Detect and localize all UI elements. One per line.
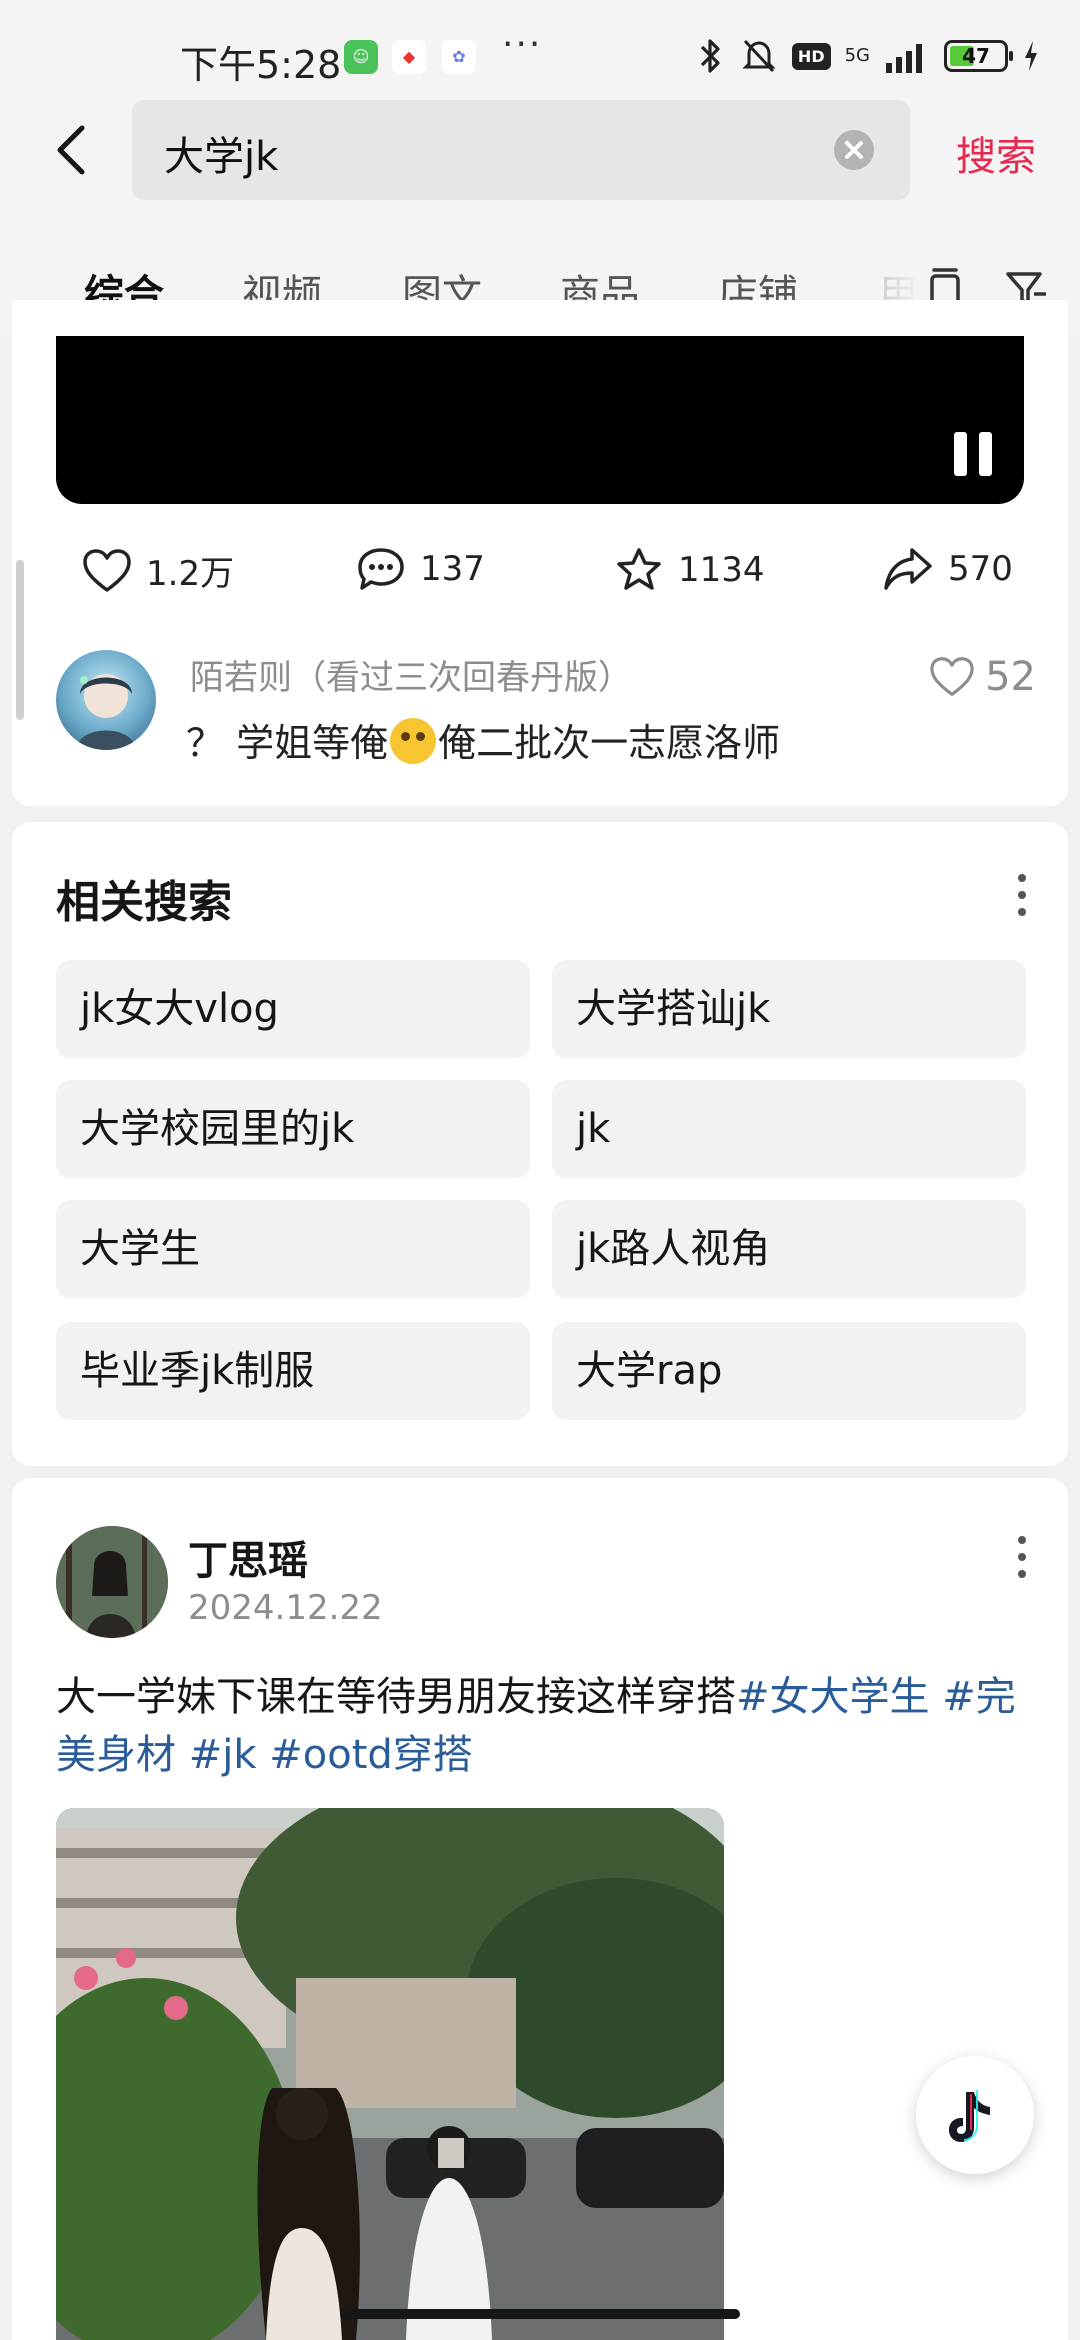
status-right-group: HD 5G 47 xyxy=(696,36,1040,76)
post-author-name[interactable]: 丁思瑶 xyxy=(188,1528,308,1586)
hashtag[interactable]: #ootd穿搭 xyxy=(269,1732,473,1778)
douyin-float-button[interactable] xyxy=(916,2056,1034,2174)
related-search-chip[interactable]: jk路人视角 xyxy=(552,1200,1026,1298)
hashtag[interactable]: #女大学生 xyxy=(736,1674,930,1720)
like-count: 1.2万 xyxy=(146,554,235,594)
star-icon xyxy=(617,548,661,590)
related-search-card: 相关搜索 jk女大vlog 大学搭讪jk 大学校园里的jk jk 大学生 jk路… xyxy=(12,822,1068,1466)
related-search-chip[interactable]: jk女大vlog xyxy=(56,960,530,1058)
related-search-chip[interactable]: 大学rap xyxy=(552,1322,1026,1420)
video-result-card[interactable]: 1.2万 137 1134 570 陌若则（看过三次回春丹版） ？ 学姐等俺 俺二… xyxy=(12,300,1068,806)
related-search-chip[interactable]: 大学搭讪jk xyxy=(552,960,1026,1058)
favorite-count: 1134 xyxy=(678,550,765,590)
app-notification-icon: ☺ xyxy=(344,40,378,74)
video-player[interactable] xyxy=(56,336,1024,504)
comment-like-count: 52 xyxy=(985,654,1036,700)
comment-text: ？ 学姐等俺 俺二批次一志愿洛师 xyxy=(186,712,780,767)
share-icon xyxy=(884,548,932,590)
app-cloud-icon: ✿ xyxy=(442,40,476,74)
bluetooth-icon xyxy=(700,39,720,73)
comment-count: 137 xyxy=(420,549,485,589)
post-caption-text: 大一学妹下课在等待男朋友接这样穿搭 xyxy=(56,1674,736,1720)
pause-icon[interactable] xyxy=(954,432,994,476)
search-box[interactable]: 大学jk xyxy=(132,100,910,200)
network-type: 5G xyxy=(844,45,870,66)
back-arrow-icon[interactable] xyxy=(44,120,104,180)
clear-search-icon[interactable] xyxy=(834,130,874,170)
related-search-chip[interactable]: 毕业季jk制服 xyxy=(56,1322,530,1420)
favorite-action[interactable]: 1134 xyxy=(614,546,765,594)
related-search-title: 相关搜索 xyxy=(56,877,232,928)
commenter-avatar[interactable] xyxy=(56,650,156,750)
search-button[interactable]: 搜索 xyxy=(956,124,1036,182)
comment-text-part-1: ？ 学姐等俺 xyxy=(186,721,389,765)
mute-bell-icon xyxy=(742,39,776,73)
heart-icon xyxy=(83,548,131,592)
more-options-icon[interactable] xyxy=(1016,874,1028,916)
post-caption: 大一学妹下课在等待男朋友接这样穿搭#女大学生 #完美身材 #jk #ootd穿搭 xyxy=(56,1668,1016,1784)
status-time: 下午5:28 xyxy=(180,43,342,87)
hashtag[interactable]: #jk xyxy=(189,1732,257,1778)
more-notifications-icon: ··· xyxy=(502,24,543,65)
top-comment[interactable]: 陌若则（看过三次回春丹版） ？ 学姐等俺 俺二批次一志愿洛师 52 xyxy=(56,650,1036,765)
home-indicator xyxy=(340,2309,740,2319)
comment-like-action[interactable]: 52 xyxy=(929,654,1036,700)
search-input[interactable]: 大学jk xyxy=(164,124,278,182)
hd-badge: HD xyxy=(791,42,831,70)
related-search-chip[interactable]: 大学校园里的jk xyxy=(56,1080,530,1178)
comment-icon xyxy=(358,548,404,590)
heart-icon xyxy=(930,657,974,696)
douyin-logo-icon xyxy=(949,2090,990,2142)
video-stats: 1.2万 137 1134 570 xyxy=(68,546,1028,606)
post-date: 2024.12.22 xyxy=(188,1588,383,1628)
commenter-name[interactable]: 陌若则（看过三次回春丹版） xyxy=(190,650,632,699)
post-author-avatar[interactable] xyxy=(56,1526,168,1638)
post-result-card[interactable]: 丁思瑶 2024.12.22 大一学妹下课在等待男朋友接这样穿搭#女大学生 #完… xyxy=(12,1478,1068,2340)
share-count: 570 xyxy=(948,549,1013,589)
comment-action[interactable]: 137 xyxy=(356,546,485,592)
app-58-icon: ◆ xyxy=(392,40,426,74)
battery-level: 47 xyxy=(962,44,990,68)
like-action[interactable]: 1.2万 xyxy=(82,546,234,595)
signal-icon xyxy=(886,44,922,73)
post-more-options-icon[interactable] xyxy=(1016,1536,1028,1578)
status-bar: 下午5:28 ☺ ◆ ✿ ··· HD 5G 47 xyxy=(0,0,1080,100)
battery-icon: 47 xyxy=(944,40,1013,72)
related-search-chip[interactable]: 大学生 xyxy=(56,1200,530,1298)
charging-icon xyxy=(1025,41,1037,71)
crying-emoji-icon xyxy=(390,718,437,764)
post-image[interactable] xyxy=(56,1808,724,2340)
related-search-chip[interactable]: jk xyxy=(552,1080,1026,1178)
comment-text-part-2: 俺二批次一志愿洛师 xyxy=(438,721,781,765)
share-action[interactable]: 570 xyxy=(882,546,1013,592)
scroll-indicator xyxy=(16,560,24,720)
